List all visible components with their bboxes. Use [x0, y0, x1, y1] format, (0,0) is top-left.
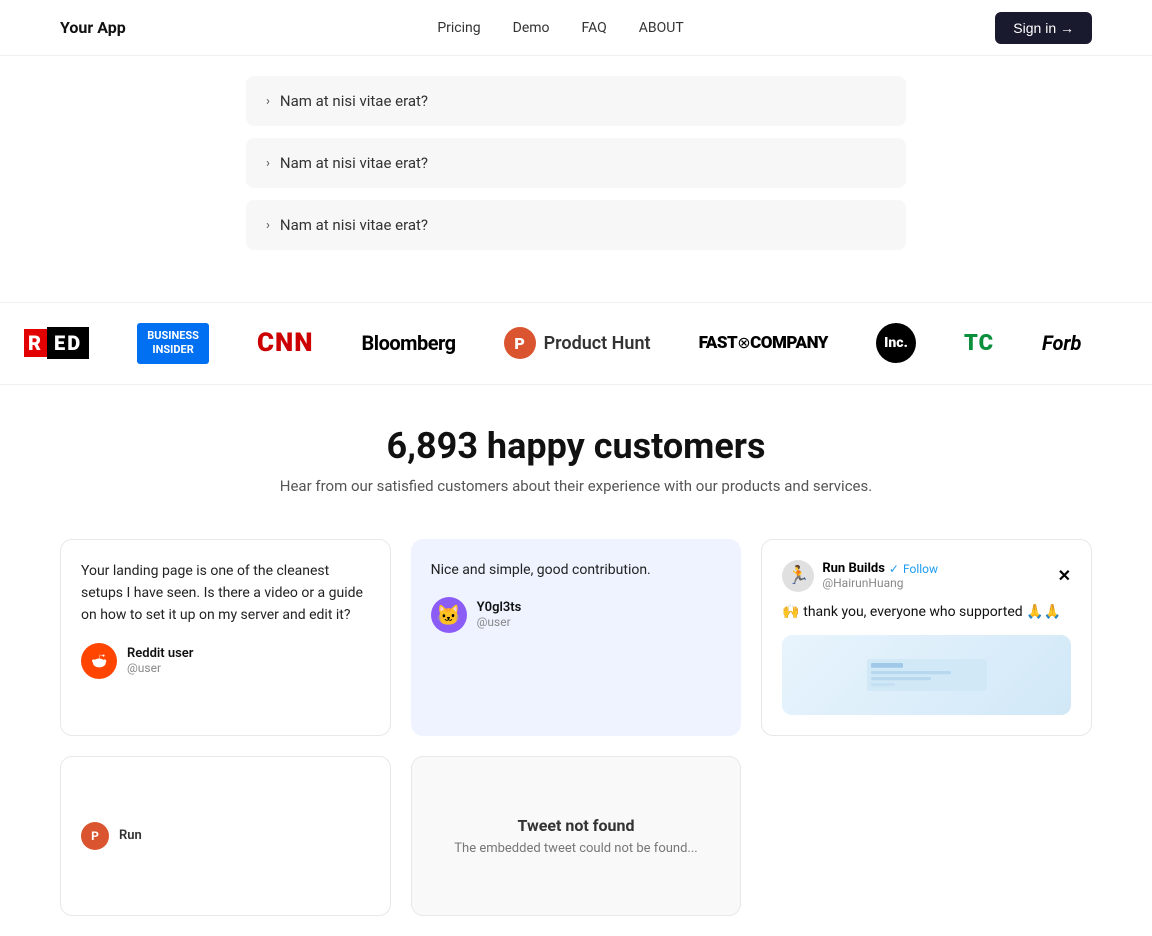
- logo-business-insider: BUSINESSINSIDER: [137, 323, 209, 364]
- cnn-text: CNN: [257, 328, 314, 358]
- placeholder-card: [761, 756, 1092, 916]
- logos-section: RED BUSINESSINSIDER CNN Bloomberg P Prod…: [0, 302, 1152, 385]
- testimonial-tweet-not-found: Tweet not found The embedded tweet could…: [411, 756, 742, 916]
- logo-forbes: Forb: [1042, 331, 1081, 355]
- faq-item[interactable]: › Nam at nisi vitae erat?: [246, 200, 906, 250]
- verified-icon: ✓: [889, 562, 899, 576]
- twitter-brand-name: Run Builds: [822, 561, 885, 576]
- nav-pricing[interactable]: Pricing: [437, 20, 480, 36]
- page-content: › Nam at nisi vitae erat? › Nam at nisi …: [0, 0, 1152, 936]
- signin-button[interactable]: Sign in →: [995, 12, 1092, 44]
- logo-red: RED: [24, 331, 89, 356]
- nav-faq[interactable]: FAQ: [582, 20, 607, 36]
- testimonial-text: Nice and simple, good contribution.: [431, 559, 722, 581]
- tweet-text: 🙌 thank you, everyone who supported 🙏🙏: [782, 602, 1071, 623]
- avatar: 🐱: [431, 597, 467, 633]
- logo-fast-company: FAST⊗COMPANY: [699, 333, 828, 353]
- nav-links: Pricing Demo FAQ ABOUT: [437, 20, 683, 36]
- product-hunt-p: P: [514, 334, 524, 353]
- ph-p: P: [91, 829, 99, 843]
- logo-inc: Inc.: [876, 323, 916, 363]
- testimonial-user: 🐱 Y0gl3ts @user: [431, 597, 722, 633]
- logo-techcrunch: TC: [964, 331, 994, 356]
- user-name: Reddit user: [127, 646, 193, 661]
- product-hunt-circle: P: [504, 327, 536, 359]
- testimonial-twitter: 🏃 Run Builds ✓ Follow @HairunHuang ✕ 🙌 t…: [761, 539, 1092, 736]
- twitter-name-row: Run Builds ✓ Follow: [822, 561, 938, 576]
- nav-demo[interactable]: Demo: [513, 20, 550, 36]
- faq-question: Nam at nisi vitae erat?: [280, 154, 428, 172]
- tweet-not-found-title: Tweet not found: [517, 816, 634, 835]
- faq-question: Nam at nisi vitae erat?: [280, 92, 428, 110]
- ph-run-builds: Run: [119, 828, 142, 843]
- faq-section: › Nam at nisi vitae erat? › Nam at nisi …: [226, 56, 926, 302]
- logo-product-hunt: P Product Hunt: [504, 327, 651, 359]
- tweet-image-preview: [782, 635, 1071, 715]
- avatar: [81, 643, 117, 679]
- testimonials-grid: Your landing page is one of the cleanest…: [0, 515, 1152, 756]
- twitter-handle: @HairunHuang: [822, 576, 938, 590]
- logo-cnn: CNN: [257, 328, 314, 358]
- navbar: Your App Pricing Demo FAQ ABOUT Sign in …: [0, 0, 1152, 56]
- chevron-icon: ›: [266, 94, 270, 109]
- nav-logo[interactable]: Your App: [60, 18, 126, 37]
- inc-circle: Inc.: [876, 323, 916, 363]
- product-hunt-text: Product Hunt: [544, 333, 651, 354]
- close-icon[interactable]: ✕: [1058, 566, 1071, 585]
- forbes-text: Forb: [1042, 331, 1081, 355]
- user-name: Y0gl3ts: [477, 600, 522, 615]
- testimonial-user: Reddit user @user: [81, 643, 370, 679]
- testimonial-text: Your landing page is one of the cleanest…: [81, 560, 370, 627]
- techcrunch-text: TC: [964, 331, 994, 356]
- faq-item[interactable]: › Nam at nisi vitae erat?: [246, 76, 906, 126]
- user-handle: @user: [127, 661, 193, 675]
- faq-item[interactable]: › Nam at nisi vitae erat?: [246, 138, 906, 188]
- faq-question: Nam at nisi vitae erat?: [280, 216, 428, 234]
- twitter-user: 🏃 Run Builds ✓ Follow @HairunHuang: [782, 560, 938, 592]
- twitter-header: 🏃 Run Builds ✓ Follow @HairunHuang ✕: [782, 560, 1071, 592]
- bloomberg-text: Bloomberg: [362, 331, 456, 355]
- twitter-follow[interactable]: Follow: [903, 562, 938, 576]
- customers-subtitle: Hear from our satisfied customers about …: [60, 477, 1092, 495]
- chevron-icon: ›: [266, 156, 270, 171]
- testimonial-nice-simple: Nice and simple, good contribution. 🐱 Y0…: [411, 539, 742, 736]
- customers-count: 6,893 happy customers: [60, 425, 1092, 467]
- tweet-not-found-subtitle: The embedded tweet could not be found...: [454, 841, 697, 856]
- fast-company-text: FAST⊗COMPANY: [699, 333, 828, 353]
- business-insider-text: BUSINESSINSIDER: [137, 323, 209, 364]
- customers-section: 6,893 happy customers Hear from our sati…: [0, 385, 1152, 515]
- logo-bloomberg: Bloomberg: [362, 331, 456, 355]
- inc-text: Inc.: [884, 335, 908, 351]
- testimonial-ph-partial: P Run: [60, 756, 391, 916]
- twitter-avatar: 🏃: [782, 560, 814, 592]
- user-handle: @user: [477, 615, 522, 629]
- testimonial-reddit: Your landing page is one of the cleanest…: [60, 539, 391, 736]
- chevron-icon: ›: [266, 218, 270, 233]
- preview-placeholder: [782, 635, 1071, 715]
- ph-avatar: P: [81, 822, 109, 850]
- nav-about[interactable]: ABOUT: [639, 20, 684, 36]
- logos-track: RED BUSINESSINSIDER CNN Bloomberg P Prod…: [0, 323, 1105, 364]
- testimonials-row-2: P Run Tweet not found The embedded tweet…: [0, 756, 1152, 936]
